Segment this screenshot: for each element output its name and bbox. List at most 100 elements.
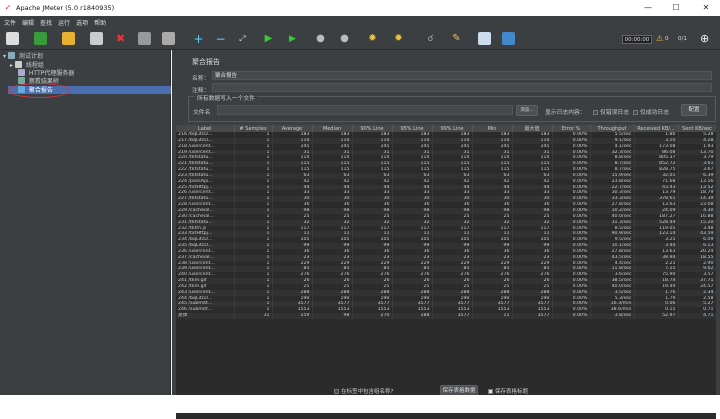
column-header[interactable]: 90% Line — [352, 125, 393, 132]
menu-run[interactable]: 运行 — [58, 18, 70, 27]
warning-count: 0 — [665, 36, 669, 42]
test-plan-icon — [7, 52, 15, 59]
column-header[interactable]: # Samples — [234, 125, 273, 132]
table-cell: 11 — [472, 313, 513, 319]
table-cell: 3577 — [512, 313, 553, 319]
clear-icon[interactable]: ✹ — [366, 32, 379, 45]
clear-all-icon[interactable]: ✹ — [392, 32, 405, 45]
background-page-strip — [0, 395, 720, 413]
file-name-input[interactable] — [217, 105, 513, 115]
success-only-checkbox[interactable]: 仅成功日志 — [633, 107, 669, 116]
configure-button[interactable]: 配置 — [681, 104, 707, 116]
start-icon[interactable]: ▶ — [262, 32, 275, 45]
column-header[interactable]: Sent KB/sec — [678, 125, 716, 132]
stop-icon[interactable]: ● — [314, 32, 327, 45]
minimize-button[interactable]: — — [634, 0, 662, 16]
thread-count: 0/1 — [678, 36, 687, 42]
tree-node-thread-group[interactable]: ▸ 线程组 — [10, 61, 44, 69]
comment-field[interactable] — [212, 83, 712, 92]
expand-icon[interactable]: + — [192, 32, 205, 46]
table-cell: 总体 — [176, 313, 235, 319]
column-header[interactable]: Received KB/... — [634, 125, 679, 132]
save-header-checkbox[interactable]: 保存表格标题 — [488, 387, 528, 395]
close-button[interactable]: ✕ — [692, 0, 720, 16]
tree-node-http-proxy[interactable]: HTTP代理服务器 — [18, 69, 74, 77]
name-field[interactable]: 聚合报告 — [212, 71, 712, 80]
table-header: Label # Samples Average Median 90% Line 95% L… — [176, 125, 716, 132]
tree-label: HTTP代理服务器 — [28, 70, 75, 77]
menu-help[interactable]: 帮助 — [94, 18, 106, 27]
column-header[interactable]: Error % — [552, 125, 591, 132]
write-to-file-group: 所有数据写入一个文件 文件名 浏览... 显示日志内容： 仅错误日志 仅成功日志… — [188, 93, 716, 122]
warning-icon[interactable]: ⚠ — [656, 34, 663, 43]
log-show-label: 显示日志内容： — [545, 110, 586, 116]
table-cell: 3577 — [432, 313, 473, 319]
tree-label: 线程组 — [25, 62, 44, 69]
panel-title: 聚合报告 — [192, 58, 220, 66]
group-names-checkbox[interactable]: 在标签中包含组名称? — [334, 387, 393, 395]
new-icon[interactable] — [6, 32, 19, 45]
column-header[interactable]: Median — [312, 125, 353, 132]
search-icon[interactable]: ☌ — [424, 32, 437, 45]
column-header[interactable]: 99% Line — [432, 125, 473, 132]
table-cell: 3.8/sec — [590, 313, 635, 319]
menu-file[interactable]: 文件 — [4, 18, 16, 27]
table-cell: 31 — [234, 313, 273, 319]
table-cell: 270 — [352, 313, 393, 319]
function-helper-icon[interactable] — [478, 32, 491, 45]
file-label: 文件名 — [193, 110, 211, 116]
column-header[interactable]: Label — [176, 125, 235, 132]
save-icon[interactable] — [90, 32, 103, 45]
elapsed-timer: 00:00:00 — [622, 35, 652, 44]
red-annotation-circle — [8, 83, 70, 98]
column-header[interactable]: 最大值 — [512, 125, 553, 132]
expand-arrow-icon[interactable]: ▸ — [10, 62, 13, 69]
menu-options[interactable]: 选项 — [76, 18, 88, 27]
column-header[interactable]: Min — [472, 125, 513, 132]
tree-label: 测试计划 — [18, 53, 43, 60]
table-body: 216 /bqLitcD... 1 183 183 183 183 183 183 183 0.0… — [176, 132, 716, 319]
templates-icon[interactable] — [34, 32, 47, 45]
aggregate-table[interactable]: Label # Samples Average Median 90% Line 95% L… — [176, 125, 716, 419]
window-title: Apache JMeter (5.0 r1840935) — [16, 4, 115, 12]
errors-only-checkbox[interactable]: 仅错误日志 — [593, 107, 629, 116]
proxy-icon — [18, 69, 25, 76]
maximize-button[interactable]: ☐ — [662, 0, 690, 16]
table-cell: 4.71 — [678, 313, 716, 319]
shutdown-icon[interactable]: ● — [338, 32, 351, 45]
name-label: 名称： — [192, 76, 210, 82]
table-cell: 52.97 — [634, 313, 679, 319]
start-no-pauses-icon[interactable]: ▶ — [286, 32, 299, 45]
open-icon[interactable] — [62, 32, 75, 45]
table-cell: 259 — [272, 313, 313, 319]
table-cell: 98 — [312, 313, 353, 319]
jmeter-feather-icon: ✓ — [4, 3, 12, 12]
column-header[interactable]: Average — [272, 125, 313, 132]
toolbar: ✖ + − ⤢ ▶ ▶ ● ● ✹ ✹ ☌ ✎ 00:00:00 ⚠ 0 0/1… — [0, 28, 720, 50]
expand-arrow-icon[interactable]: ▾ — [3, 53, 6, 60]
menu-edit[interactable]: 编辑 — [22, 18, 34, 27]
column-header[interactable]: 95% Line — [392, 125, 433, 132]
collapse-icon[interactable]: − — [214, 32, 227, 46]
globe-icon[interactable]: ⊕ — [700, 32, 709, 45]
gear-icon — [14, 61, 22, 68]
copy-icon[interactable] — [138, 32, 151, 45]
title-bar: ✓ Apache JMeter (5.0 r1840935) — ☐ ✕ — [0, 0, 720, 16]
column-header[interactable]: Throughput — [590, 125, 635, 132]
menu-search[interactable]: 查找 — [40, 18, 52, 27]
cut-icon[interactable]: ✖ — [114, 32, 127, 45]
aggregate-report-panel: 聚合报告 名称： 聚合报告 注释： 所有数据写入一个文件 文件名 浏览... 显… — [172, 50, 720, 419]
browse-button[interactable]: 浏览... — [516, 105, 538, 116]
help-icon[interactable] — [502, 32, 515, 45]
jmeter-window: ✓ Apache JMeter (5.0 r1840935) — ☐ ✕ 文件 … — [0, 0, 720, 419]
reset-search-icon[interactable]: ✎ — [450, 32, 463, 45]
table-cell: 288 — [392, 313, 433, 319]
write-section-label: 所有数据写入一个文件 — [195, 93, 257, 102]
total-row[interactable]: 总体 31 259 98 270 288 3577 11 3577 0.00% 3.8/sec 52.… — [176, 313, 716, 319]
paste-icon[interactable] — [162, 32, 175, 45]
table-cell: 0.00% — [552, 313, 591, 319]
tree-node-test-plan[interactable]: ▾ 测试计划 — [3, 52, 43, 60]
toggle-icon[interactable]: ⤢ — [236, 32, 249, 45]
test-plan-tree: ▾ 测试计划 ▸ 线程组 HTTP代理服务器 察看结果树 聚合报告 — [0, 50, 171, 413]
menu-bar: 文件 编辑 查找 运行 选项 帮助 — [0, 16, 720, 28]
